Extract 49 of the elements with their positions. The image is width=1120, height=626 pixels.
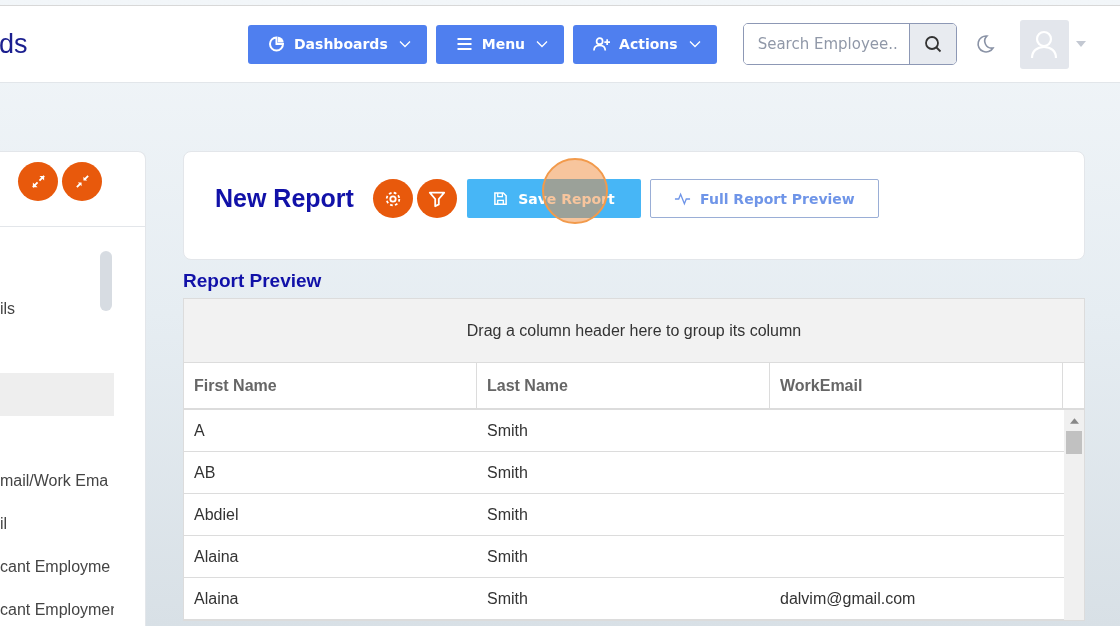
menu-icon (455, 36, 473, 52)
filter-button[interactable] (416, 179, 457, 218)
column-header[interactable]: WorkEmail (770, 363, 1063, 408)
table-cell: Alaina (194, 589, 239, 608)
table-cell: Alaina (194, 547, 239, 566)
chevron-down-icon (688, 40, 701, 48)
expand-icon (30, 174, 46, 189)
section-heading: Report Preview (183, 270, 323, 292)
search-field[interactable]: Search Employee.. (742, 23, 957, 65)
chevron-down-icon (536, 40, 549, 48)
table-cell: Smith (487, 463, 528, 482)
search-button[interactable] (908, 24, 956, 64)
search-icon (923, 35, 942, 53)
filter-icon (427, 189, 446, 208)
moon-icon[interactable] (974, 34, 995, 54)
chevron-down-icon (398, 40, 411, 48)
table-cell: dalvim@gmail.com (780, 589, 916, 608)
report-title: New Report (215, 184, 354, 213)
column-header[interactable]: First Name (184, 363, 477, 408)
table-cell: Abdiel (194, 505, 239, 524)
table-cell: Smith (487, 505, 528, 524)
nav-dropdown-button[interactable]: Actions (573, 24, 717, 64)
add-user-icon (593, 36, 611, 52)
table-cell: Smith (487, 589, 528, 608)
table-cell: Smith (487, 547, 528, 566)
brand-name: ds (0, 28, 29, 60)
full-report-preview-button[interactable]: Full Report Preview (649, 179, 879, 218)
column-header[interactable]: Last Name (477, 363, 770, 408)
expand-button[interactable] (18, 162, 58, 201)
activity-icon (674, 191, 692, 206)
caret-icon[interactable] (1075, 41, 1086, 47)
group-hint: Drag a column header here to group its column (466, 321, 802, 340)
nav-dropdown-button[interactable]: Menu (435, 24, 565, 64)
collapse-icon (74, 174, 90, 189)
collapse-button[interactable] (62, 162, 102, 201)
scrollbar-thumb[interactable] (1066, 431, 1082, 454)
sidebar-item[interactable]: il (0, 502, 114, 545)
table-cell: A (194, 421, 205, 440)
scrollbar-thumb[interactable] (100, 251, 112, 311)
table-cell: Smith (487, 421, 528, 440)
scroll-up-icon[interactable] (1069, 418, 1079, 424)
sidebar-item[interactable]: cant Employme (0, 545, 114, 588)
settings-icon (383, 189, 402, 208)
pie-chart-icon (268, 36, 285, 52)
nav-dropdown-button[interactable]: Dashboards (248, 24, 427, 64)
sidebar-item[interactable]: ils (0, 287, 114, 330)
settings-button[interactable] (372, 179, 413, 218)
table-cell: AB (194, 463, 216, 482)
sidebar-item[interactable]: mail/Work Ema (0, 459, 114, 502)
